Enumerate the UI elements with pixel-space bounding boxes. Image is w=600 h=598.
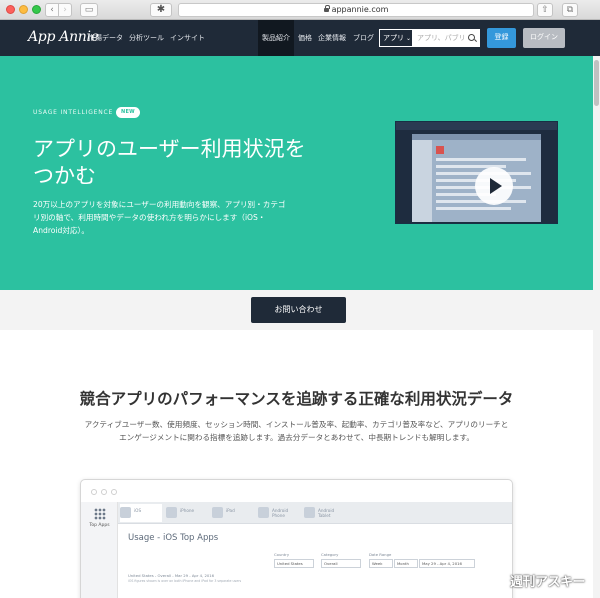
mock-tab-ipad: iPad [212, 504, 254, 522]
mock-meta-text: United States - Overall - Mar 29 - Apr 4… [128, 573, 215, 578]
search-icon[interactable] [468, 34, 475, 41]
search-scope-value: アプリ [383, 34, 404, 42]
mock-country-select: United States [274, 559, 314, 568]
close-window-button[interactable] [6, 5, 15, 14]
hero-title-line: アプリのユーザー利用状況を [33, 137, 306, 161]
chevron-down-icon: ⌄ [406, 35, 412, 42]
mock-sidebar: Top Apps [81, 502, 118, 598]
hero-title: アプリのユーザー利用状況を つかむ [33, 136, 363, 190]
contact-button[interactable]: お問い合わせ [251, 297, 346, 323]
mock-month-button: Month [394, 559, 418, 568]
mock-tab-bar: iOS iPhone iPad Android Phone Android Ta… [118, 502, 512, 524]
thumb-row [436, 207, 511, 210]
mock-week-button: Week [369, 559, 393, 568]
android-tablet-icon [304, 507, 315, 518]
product-video[interactable] [395, 121, 558, 224]
thumb-sidebar [412, 140, 432, 222]
forward-button[interactable]: › [58, 3, 72, 17]
mock-tab-label: iPad [226, 508, 235, 513]
thumb-row [436, 158, 526, 161]
android-phone-icon [258, 507, 269, 518]
register-button[interactable]: 登録 [487, 28, 516, 48]
minimize-window-button[interactable] [19, 5, 28, 14]
nav-link-company[interactable]: 企業情報 [318, 33, 346, 43]
share-icon[interactable]: ⇧ [537, 3, 553, 17]
nav-link-pricing[interactable]: 価格 [298, 33, 312, 43]
address-url: appannie.com [331, 5, 389, 14]
product-label: USAGE INTELLIGENCE [33, 109, 114, 116]
publisher-watermark: 週刊アスキー [510, 575, 586, 590]
video-topbar [396, 122, 557, 130]
mock-page-heading: Usage - iOS Top Apps [128, 533, 219, 543]
hero-section: USAGE INTELLIGENCE NEW アプリのユーザー利用状況を つかむ… [0, 56, 593, 290]
new-badge: NEW [116, 107, 140, 118]
section-title: 競合アプリのパフォーマンスを追跡する正確な利用状況データ [79, 390, 514, 408]
section-description: アクティブユーザー数、使用頻度、セッション時間、インストール普及率、起動率、カテ… [40, 418, 553, 444]
mock-meta-note: iOS figures shown is over on both iPhone… [128, 579, 242, 583]
nav-link-market-data[interactable]: 市場データ [88, 33, 123, 43]
sidebar-toggle-icon[interactable]: ▭ [80, 3, 98, 17]
nav-link-blog[interactable]: ブログ [353, 33, 374, 43]
tabs-overview-icon[interactable]: ⧉ [562, 3, 578, 17]
mock-date-label: Date Range [369, 552, 392, 557]
hero-desc-line: リ別の軸で、利用時間やデータの使われ方を明らかにします（iOS・ [33, 213, 266, 222]
mock-sidebar-label: Top Apps [89, 523, 110, 528]
search-scope-select[interactable]: アプリ ⌄ [379, 29, 413, 47]
mock-tab-iphone: iPhone [166, 504, 208, 522]
nav-link-analytics[interactable]: 分析ツール [129, 33, 164, 43]
hero-desc-line: Android対応）。 [33, 226, 89, 235]
hero-description: 20万以上のアプリを対象にユーザーの利用動向を観察、アプリ別・カテゴ リ別の軸で… [33, 198, 353, 237]
scrollbar-thumb[interactable] [594, 60, 599, 106]
nav-link-insights[interactable]: インサイト [170, 33, 205, 43]
app-screenshot-mockup: Top Apps iOS iPhone iPad Android Phone A… [80, 479, 513, 598]
mock-tab-label: iPhone [180, 508, 195, 513]
mock-date-select: May 29 - Apr 4, 2016 [419, 559, 475, 568]
mock-tab-label: Android Tablet [318, 508, 335, 518]
play-icon[interactable] [475, 167, 513, 205]
tablet-icon [212, 507, 223, 518]
section-desc-line: エンゲージメントに関わる指標を追跡します。過去分データとあわせて、中長期トレンド… [119, 433, 474, 442]
phone-icon [166, 507, 177, 518]
hero-title-line: つかむ [33, 164, 96, 188]
back-button[interactable]: ‹ [45, 3, 59, 17]
nav-link-products[interactable]: 製品紹介 [262, 33, 290, 43]
thumb-app-icon [436, 146, 444, 154]
mock-category-label: Category [321, 552, 339, 557]
section-desc-line: アクティブユーザー数、使用頻度、セッション時間、インストール普及率、起動率、カテ… [84, 420, 509, 429]
mock-tab-android-tablet: Android Tablet [304, 504, 346, 522]
lock-icon [323, 5, 330, 12]
zoom-window-button[interactable] [32, 5, 41, 14]
apple-icon [120, 507, 131, 518]
mock-window-dot [101, 489, 107, 495]
mock-country-label: Country [274, 552, 290, 557]
browser-toolbar: ‹ › ▭ ✱ appannie.com ⇧ ⧉ [0, 0, 600, 20]
mock-tab-label: iOS [134, 508, 142, 513]
login-button[interactable]: ログイン [523, 28, 565, 48]
extension-icon[interactable]: ✱ [150, 3, 172, 17]
site-header: App Annie 市場データ 分析ツール インサイト 製品紹介 価格 企業情報… [0, 20, 600, 56]
mock-window-dot [111, 489, 117, 495]
mock-category-select: Overall [321, 559, 361, 568]
hero-desc-line: 20万以上のアプリを対象にユーザーの利用動向を観察、アプリ別・カテゴ [33, 200, 286, 209]
grid-icon [94, 508, 106, 520]
mock-tab-android-phone: Android Phone [258, 504, 300, 522]
page-scrollbar[interactable] [593, 56, 600, 598]
video-thumbnail [412, 134, 541, 222]
mock-window-dot [91, 489, 97, 495]
mock-tab-label: Android Phone [272, 508, 289, 518]
cta-strip: お問い合わせ [0, 290, 593, 330]
address-bar[interactable]: appannie.com [178, 3, 534, 17]
mock-tab-ios: iOS [120, 504, 162, 522]
